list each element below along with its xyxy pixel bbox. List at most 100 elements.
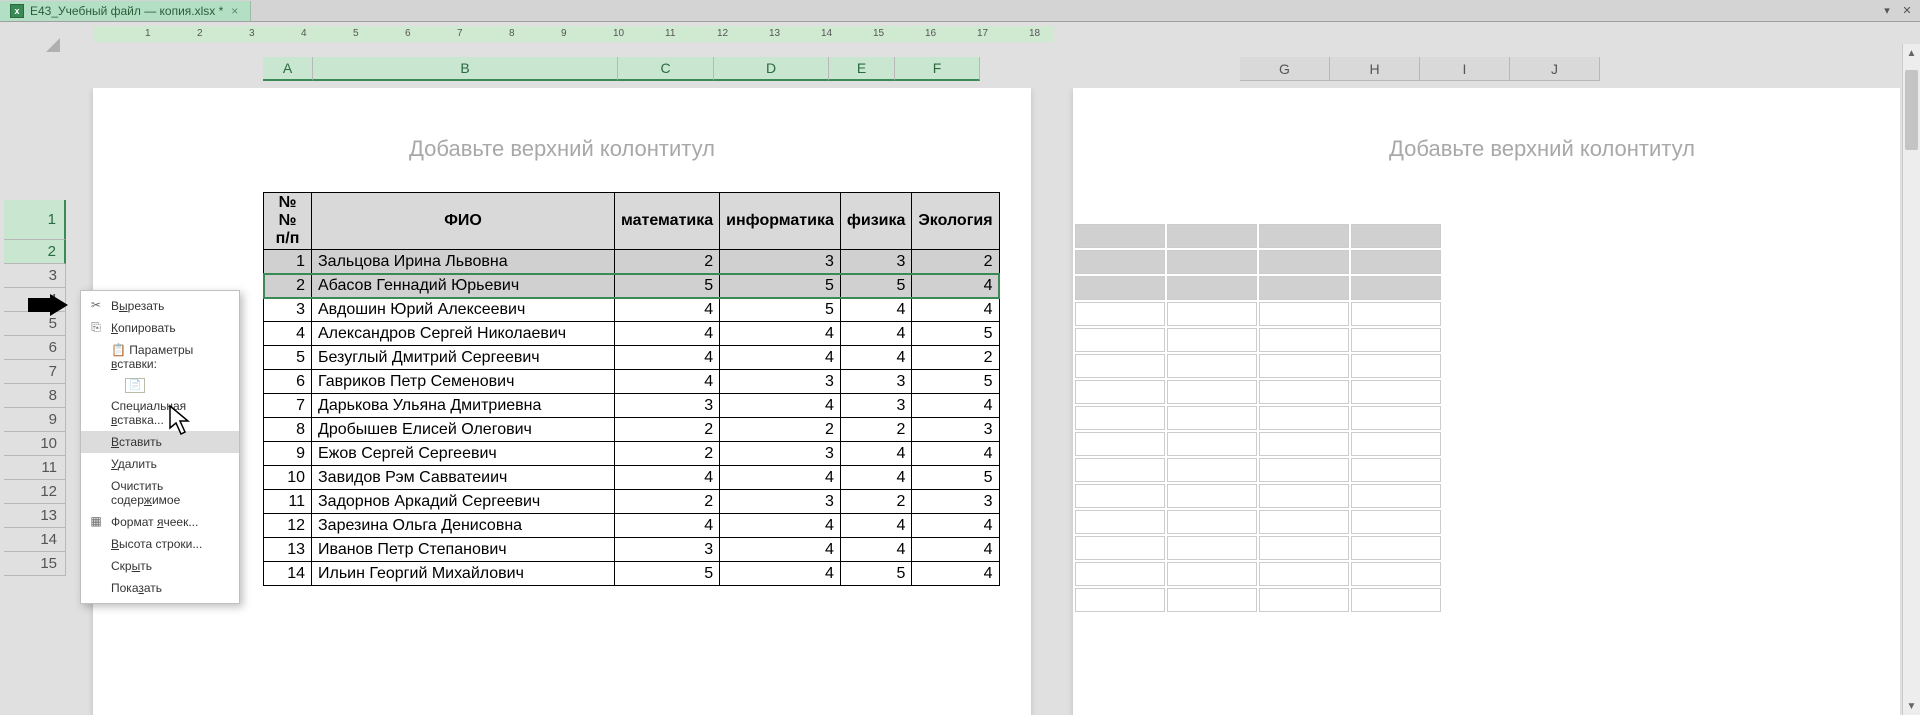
table-row[interactable]: 2Абасов Геннадий Юрьевич5554 [264, 274, 1000, 298]
cell-v2[interactable]: 3 [720, 442, 841, 466]
cell-v1[interactable]: 4 [615, 322, 720, 346]
col-header-B[interactable]: B [313, 57, 618, 81]
cell-v1[interactable]: 2 [615, 250, 720, 274]
table-row[interactable]: 7Дарькова Ульяна Дмитриевна3434 [264, 394, 1000, 418]
cell-v4[interactable]: 5 [912, 466, 999, 490]
close-tab-icon[interactable]: × [229, 4, 240, 18]
page-header-placeholder[interactable]: Добавьте верхний колонтитул [93, 88, 1031, 192]
cell-fio[interactable]: Ежов Сергей Сергеевич [312, 442, 615, 466]
cell-fio[interactable]: Безуглый Дмитрий Сергеевич [312, 346, 615, 370]
cell-fio[interactable]: Александров Сергей Николаевич [312, 322, 615, 346]
col-header-J[interactable]: J [1510, 57, 1600, 81]
table-row[interactable]: 6Гавриков Петр Семенович4335 [264, 370, 1000, 394]
row-header-6[interactable]: 6 [4, 336, 66, 360]
table-row[interactable]: 13Иванов Петр Степанович3444 [264, 538, 1000, 562]
col-header-H[interactable]: H [1330, 57, 1420, 81]
cell-num[interactable]: 8 [264, 418, 312, 442]
ctx-hide[interactable]: Скрыть [81, 555, 239, 577]
row-header-7[interactable]: 7 [4, 360, 66, 384]
ctx-insert[interactable]: Вставить [81, 431, 239, 453]
vertical-scrollbar[interactable]: ▲ ▼ [1902, 44, 1920, 715]
cell-num[interactable]: 11 [264, 490, 312, 514]
cell-v2[interactable]: 3 [720, 490, 841, 514]
cell-v3[interactable]: 4 [840, 298, 912, 322]
row-header-15[interactable]: 15 [4, 552, 66, 576]
cell-v2[interactable]: 4 [720, 346, 841, 370]
scroll-down-icon[interactable]: ▼ [1903, 697, 1920, 715]
cell-v2[interactable]: 4 [720, 538, 841, 562]
table-row[interactable]: 12Зарезина Ольга Денисовна4444 [264, 514, 1000, 538]
cell-num[interactable]: 2 [264, 274, 312, 298]
ctx-paste-default[interactable]: 📄 [81, 373, 239, 395]
empty-grid[interactable] [1073, 222, 1443, 614]
cell-fio[interactable]: Гавриков Петр Семенович [312, 370, 615, 394]
cell-fio[interactable]: Абасов Геннадий Юрьевич [312, 274, 615, 298]
row-header-9[interactable]: 9 [4, 408, 66, 432]
cell-v4[interactable]: 4 [912, 538, 999, 562]
cell-num[interactable]: 14 [264, 562, 312, 586]
cell-v1[interactable]: 2 [615, 442, 720, 466]
cell-v4[interactable]: 4 [912, 442, 999, 466]
ctx-show[interactable]: Показать [81, 577, 239, 599]
cell-v2[interactable]: 3 [720, 250, 841, 274]
cell-v3[interactable]: 4 [840, 538, 912, 562]
cell-v3[interactable]: 2 [840, 490, 912, 514]
cell-v3[interactable]: 2 [840, 418, 912, 442]
cell-v4[interactable]: 2 [912, 346, 999, 370]
cell-v3[interactable]: 3 [840, 370, 912, 394]
cell-v2[interactable]: 5 [720, 298, 841, 322]
cell-v1[interactable]: 4 [615, 346, 720, 370]
cell-fio[interactable]: Дробышев Елисей Олегович [312, 418, 615, 442]
col-header-I[interactable]: I [1420, 57, 1510, 81]
cell-v2[interactable]: 2 [720, 418, 841, 442]
cell-v3[interactable]: 3 [840, 250, 912, 274]
cell-v1[interactable]: 4 [615, 514, 720, 538]
cell-fio[interactable]: Зарезина Ольга Денисовна [312, 514, 615, 538]
cell-v2[interactable]: 5 [720, 274, 841, 298]
cell-num[interactable]: 4 [264, 322, 312, 346]
col-header-C[interactable]: C [618, 57, 714, 81]
table-row[interactable]: 3Авдошин Юрий Алексеевич4544 [264, 298, 1000, 322]
row-header-14[interactable]: 14 [4, 528, 66, 552]
data-table[interactable]: №№п/пФИОматематикаинформатикафизикаЭколо… [263, 192, 1000, 586]
cell-v3[interactable]: 4 [840, 346, 912, 370]
row-header-1[interactable]: 1 [4, 200, 66, 240]
col-header-F[interactable]: F [895, 57, 980, 81]
cell-v1[interactable]: 5 [615, 562, 720, 586]
cell-fio[interactable]: Ильин Георгий Михайлович [312, 562, 615, 586]
cell-v1[interactable]: 4 [615, 298, 720, 322]
cell-v1[interactable]: 2 [615, 490, 720, 514]
ctx-copy[interactable]: ⎘ Копировать [81, 317, 239, 339]
cell-v1[interactable]: 3 [615, 538, 720, 562]
cell-fio[interactable]: Авдошин Юрий Алексеевич [312, 298, 615, 322]
row-header-3[interactable]: 3 [4, 264, 66, 288]
cell-v3[interactable]: 4 [840, 322, 912, 346]
cell-v4[interactable]: 4 [912, 394, 999, 418]
row-header-13[interactable]: 13 [4, 504, 66, 528]
cell-fio[interactable]: Дарькова Ульяна Дмитриевна [312, 394, 615, 418]
page-header-placeholder-2[interactable]: Добавьте верхний колонтитул [1073, 88, 1900, 192]
cell-v3[interactable]: 5 [840, 562, 912, 586]
cell-fio[interactable]: Иванов Петр Степанович [312, 538, 615, 562]
table-row[interactable]: 9Ежов Сергей Сергеевич2344 [264, 442, 1000, 466]
ctx-format-cells[interactable]: ▦ Формат ячеек... [81, 511, 239, 533]
close-window-icon[interactable]: ✕ [1898, 3, 1916, 19]
cell-v2[interactable]: 4 [720, 514, 841, 538]
row-header-10[interactable]: 10 [4, 432, 66, 456]
cell-v3[interactable]: 4 [840, 514, 912, 538]
document-tab[interactable]: x E43_Учебный файл — копия.xlsx * × [0, 1, 251, 21]
cell-v3[interactable]: 4 [840, 442, 912, 466]
cell-num[interactable]: 13 [264, 538, 312, 562]
cell-v4[interactable]: 3 [912, 490, 999, 514]
row-header-8[interactable]: 8 [4, 384, 66, 408]
table-row[interactable]: 5Безуглый Дмитрий Сергеевич4442 [264, 346, 1000, 370]
table-row[interactable]: 10Завидов Рэм Савватеиич4445 [264, 466, 1000, 490]
cell-num[interactable]: 7 [264, 394, 312, 418]
cell-num[interactable]: 6 [264, 370, 312, 394]
ctx-paste-special[interactable]: Специальная вставка... [81, 395, 239, 431]
cell-num[interactable]: 3 [264, 298, 312, 322]
row-header-11[interactable]: 11 [4, 456, 66, 480]
col-header-D[interactable]: D [714, 57, 829, 81]
cell-v4[interactable]: 4 [912, 562, 999, 586]
tabs-dropdown-icon[interactable]: ▾ [1878, 3, 1896, 19]
